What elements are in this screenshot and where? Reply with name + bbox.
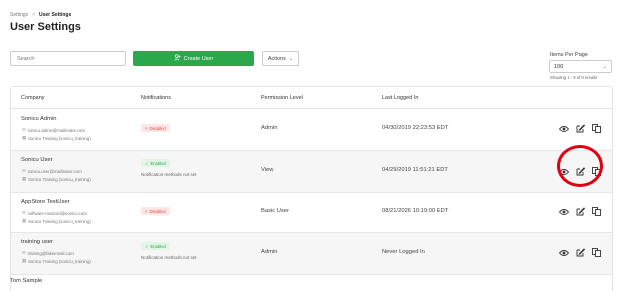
column-notifications[interactable]: Notifications — [141, 95, 171, 101]
last-logged-in: 04/29/2019 11:51:21 EDT — [382, 167, 448, 173]
create-user-label: Create User — [183, 55, 214, 62]
column-last-logged[interactable]: Last Logged In — [382, 95, 418, 101]
table-row: Sonicu Admin ✉ sonicu.admin@mailinator.c… — [11, 109, 612, 151]
table-header: Company Notifications Permission Level L… — [11, 87, 612, 109]
row-actions — [559, 124, 601, 133]
user-name[interactable]: Tom Sample — [10, 278, 42, 284]
status-badge: × Disabled — [141, 207, 170, 215]
user-name[interactable]: AppStore TestUser — [21, 199, 70, 205]
user-org-text: Sonicu Training (sonicu_training) — [28, 218, 91, 224]
user-name[interactable]: Sonicu Admin — [21, 116, 56, 122]
chevron-down-icon: ⌄ — [288, 55, 294, 62]
breadcrumb: Settings > User Settings — [10, 12, 71, 18]
highlight-annotation — [557, 145, 603, 187]
mail-icon: ✉ — [22, 127, 26, 132]
building-icon: ▦ — [22, 218, 27, 223]
user-name[interactable]: Sonicu User — [21, 157, 53, 163]
close-icon: × — [145, 208, 148, 214]
notification-note: Notification methods not set — [141, 255, 197, 260]
eye-icon[interactable] — [559, 125, 569, 133]
user-org-text: Sonicu Training (sonicu_training) — [28, 258, 91, 264]
user-email-text: sonicu.admin@mailinator.com — [27, 127, 85, 133]
user-email: ✉ sonicu.admin@mailinator.com — [22, 127, 85, 133]
breadcrumb-settings-link[interactable]: Settings — [10, 12, 28, 18]
user-email: ✉ sonicu.user@mailinator.com — [22, 168, 82, 174]
user-email-text: sonicu.user@mailinator.com — [27, 168, 82, 174]
row-actions — [559, 207, 601, 216]
search-input[interactable] — [10, 51, 126, 66]
page-title: User Settings — [10, 21, 81, 33]
check-icon: ✓ — [145, 243, 149, 249]
table-row: Sonicu User ✉ sonicu.user@mailinator.com… — [11, 151, 612, 193]
column-company[interactable]: Company — [21, 95, 45, 101]
mail-icon: ✉ — [22, 210, 26, 215]
copy-icon[interactable] — [592, 124, 601, 133]
mail-icon: ✉ — [22, 168, 26, 173]
create-user-button[interactable]: Create User — [133, 51, 254, 66]
row-actions — [559, 248, 601, 257]
status-badge: ✓ Enabled — [141, 242, 170, 250]
building-icon: ▦ — [22, 258, 27, 263]
user-email: ✉ software+android@sonicu.com — [22, 210, 87, 216]
permission-level: Admin — [261, 249, 278, 255]
breadcrumb-separator: > — [32, 12, 35, 18]
building-icon: ▦ — [22, 176, 27, 181]
results-count: Showing 1 - 9 of 9 results — [550, 75, 598, 80]
actions-label: Actions — [267, 55, 286, 62]
user-org-text: Sonicu Training (sonicu_training) — [28, 176, 91, 182]
copy-icon[interactable] — [592, 248, 601, 257]
column-permission[interactable]: Permission Level — [261, 95, 303, 101]
breadcrumb-current: User Settings — [39, 12, 72, 18]
eye-icon[interactable] — [559, 249, 569, 257]
items-per-page-select[interactable]: 100 ⌄ — [549, 60, 612, 73]
check-icon: ✓ — [145, 160, 149, 166]
user-org: ▦ Sonicu Training (sonicu_training) — [22, 135, 91, 141]
permission-level: Admin — [261, 125, 278, 131]
mail-icon: ✉ — [22, 250, 26, 255]
last-logged-in: Never Logged In — [382, 249, 425, 255]
table-row: training user ✉ training@fakeemail.com ▦… — [11, 233, 612, 275]
status-badge-label: Disabled — [149, 125, 166, 131]
notification-note: Notification methods not set — [141, 172, 197, 177]
status-badge: × Disabled — [141, 124, 170, 132]
items-per-page-value: 100 — [554, 63, 564, 70]
user-org-text: Sonicu Training (sonicu_training) — [28, 135, 91, 141]
last-logged-in: 04/30/2019 22:23:53 EDT — [382, 125, 449, 131]
eye-icon[interactable] — [559, 208, 569, 216]
permission-level: View — [261, 167, 274, 173]
status-badge: ✓ Enabled — [141, 159, 170, 167]
user-org: ▦ Sonicu Training (sonicu_training) — [22, 258, 91, 264]
edit-icon[interactable] — [576, 207, 585, 216]
status-badge-label: Enabled — [150, 160, 166, 166]
table-row: AppStore TestUser ✉ software+android@son… — [11, 193, 612, 233]
copy-icon[interactable] — [592, 207, 601, 216]
user-name[interactable]: training user — [21, 239, 53, 245]
user-email-text: training@fakeemail.com — [27, 250, 74, 256]
user-email: ✉ training@fakeemail.com — [22, 250, 74, 256]
status-badge-label: Disabled — [149, 208, 166, 214]
permission-level: Basic User — [261, 208, 290, 214]
edit-icon[interactable] — [576, 248, 585, 257]
items-per-page-label: Items Per Page — [550, 52, 588, 58]
chevron-down-icon: ⌄ — [602, 63, 607, 70]
user-email-text: software+android@sonicu.com — [27, 210, 87, 216]
user-org: ▦ Sonicu Training (sonicu_training) — [22, 218, 91, 224]
users-table: Company Notifications Permission Level L… — [10, 86, 613, 291]
close-icon: × — [145, 125, 148, 131]
last-logged-in: 08/21/2026 10:19:00 EDT — [382, 208, 449, 214]
user-org: ▦ Sonicu Training (sonicu_training) — [22, 176, 91, 182]
add-user-icon — [174, 54, 181, 63]
edit-icon[interactable] — [576, 124, 585, 133]
status-badge-label: Enabled — [150, 243, 166, 249]
actions-dropdown[interactable]: Actions ⌄ — [262, 51, 299, 66]
building-icon: ▦ — [22, 135, 27, 140]
